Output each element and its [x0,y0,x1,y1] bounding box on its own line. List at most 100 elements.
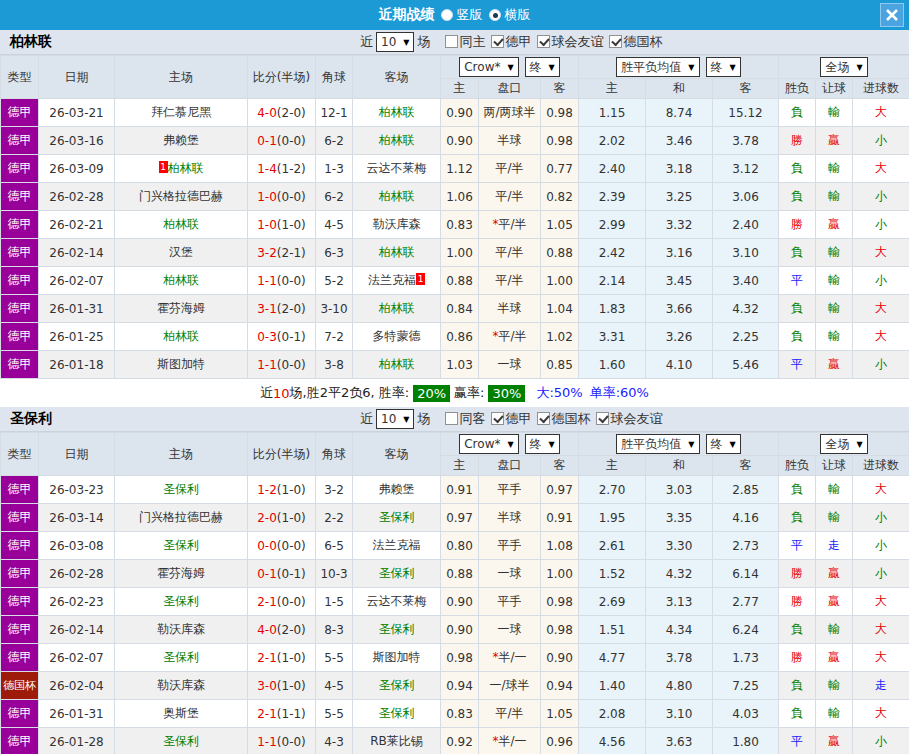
scope-select[interactable]: 全场▼ [820,434,867,454]
team-name[interactable]: 柏林联 [168,161,204,175]
team-name[interactable]: 柏林联 [379,301,415,315]
score: 2-1(1-1) [248,700,316,728]
team-name[interactable]: 圣保利 [163,650,199,664]
team-name[interactable]: 汉堡 [169,245,193,259]
result-goals: 小 [853,211,909,239]
team-name[interactable]: 柏林联 [163,217,199,231]
layout-radio-vertical[interactable]: 竖版 [441,6,483,24]
checkbox[interactable] [537,412,550,425]
games-count-select[interactable]: 10▼ [376,409,414,429]
away-team: 柏林联 [353,351,441,379]
filter-checkbox-3[interactable]: 德国杯 [606,33,662,51]
checkbox[interactable] [445,35,458,48]
team-name[interactable]: 斯图加特 [373,650,421,664]
team-name[interactable]: 奥斯堡 [163,706,199,720]
team-name[interactable]: 云达不莱梅 [367,161,427,175]
team-name[interactable]: 门兴格拉德巴赫 [139,189,223,203]
filter-checkbox-0[interactable]: 同客 [442,410,485,428]
away-odds: 0.90 [541,644,579,672]
odds-company-select[interactable]: Crow*▼ [459,434,518,454]
checkbox[interactable] [491,35,504,48]
team-name[interactable]: 弗赖堡 [379,482,415,496]
avg-draw: 3.35 [646,504,713,532]
team-name[interactable]: 柏林联 [379,357,415,371]
filter-checkbox-1[interactable]: 德甲 [488,33,531,51]
avg-draw: 8.74 [646,99,713,127]
team-name[interactable]: 霍芬海姆 [157,301,205,315]
games-count-select[interactable]: 10▼ [376,32,414,52]
checkbox[interactable] [596,412,609,425]
team-name[interactable]: 拜仁慕尼黑 [151,105,211,119]
handicap: 平/半 [479,267,541,295]
away-team: 法兰克福 [353,532,441,560]
result-handicap: 贏 [816,351,853,379]
team-name[interactable]: RB莱比锡 [370,734,423,748]
layout-radio-horizontal[interactable]: 横版 [489,6,531,24]
checkbox[interactable] [537,35,550,48]
result-goals: 大 [853,616,909,644]
team-name[interactable]: 云达不莱梅 [367,594,427,608]
filter-checkbox-1[interactable]: 德甲 [488,410,531,428]
checkbox[interactable] [445,412,458,425]
close-button[interactable] [880,3,904,27]
match-date: 26-03-23 [39,476,115,504]
team-name[interactable]: 勒沃库森 [157,678,205,692]
filter-checkbox-2[interactable]: 德国杯 [534,410,590,428]
team-name[interactable]: 多特蒙德 [373,329,421,343]
odds-time-select[interactable]: 终▼ [525,57,560,77]
home-team: 圣保利 [115,476,248,504]
radio-icon-selected[interactable] [489,9,501,21]
team-name[interactable]: 柏林联 [379,133,415,147]
team-name[interactable]: 圣保利 [163,482,199,496]
team-name[interactable]: 柏林联 [379,105,415,119]
avg-home: 2.70 [579,476,646,504]
result-wdl: 負 [779,323,816,351]
team-name[interactable]: 圣保利 [163,734,199,748]
team-name[interactable]: 弗赖堡 [163,133,199,147]
col-subheader: 主 [579,456,646,476]
avg-away: 15.12 [713,99,779,127]
team-name[interactable]: 勒沃库森 [373,217,421,231]
result-goals: 大 [853,323,909,351]
team-name[interactable]: 法兰克福 [368,273,416,287]
checkbox[interactable] [491,412,504,425]
team-name[interactable]: 圣保利 [379,706,415,720]
team-name[interactable]: 柏林联 [379,245,415,259]
col-subheader: 让球 [816,456,853,476]
team-name[interactable]: 法兰克福 [373,538,421,552]
odds-company-select[interactable]: Crow*▼ [459,57,518,77]
avg-away: 5.46 [713,351,779,379]
avg-time-select[interactable]: 终▼ [706,57,741,77]
team-name[interactable]: 门兴格拉德巴赫 [139,510,223,524]
odds-time-select[interactable]: 终▼ [525,434,560,454]
checkbox[interactable] [609,35,622,48]
team-name[interactable]: 柏林联 [163,273,199,287]
score: 0-0(0-0) [248,532,316,560]
team-name[interactable]: 圣保利 [379,622,415,636]
filter-checkbox-0[interactable]: 同主 [442,33,485,51]
avg-select[interactable]: 胜平负均值▼ [616,434,699,454]
team-name[interactable]: 柏林联 [379,189,415,203]
filter-checkbox-3[interactable]: 球会友谊 [593,410,662,428]
team-name[interactable]: 圣保利 [379,678,415,692]
col-subheader: 客 [713,79,779,99]
team-name[interactable]: 圣保利 [379,566,415,580]
radio-icon[interactable] [441,9,453,21]
corners: 5-5 [316,644,353,672]
col-header: 类型 [1,433,39,476]
scope-select[interactable]: 全场▼ [820,57,867,77]
filter-checkbox-2[interactable]: 球会友谊 [534,33,603,51]
team-name[interactable]: 柏林联 [163,329,199,343]
team-name[interactable]: 斯图加特 [157,357,205,371]
team-name[interactable]: 圣保利 [379,510,415,524]
avg-time-select[interactable]: 终▼ [706,434,741,454]
result-goals: 大 [853,644,909,672]
team-name[interactable]: 霍芬海姆 [157,566,205,580]
match-date: 26-01-25 [39,323,115,351]
avg-home: 1.95 [579,504,646,532]
team-name[interactable]: 勒沃库森 [157,622,205,636]
team-name[interactable]: 圣保利 [163,538,199,552]
avg-select[interactable]: 胜平负均值▼ [616,57,699,77]
avg-away: 6.24 [713,616,779,644]
team-name[interactable]: 圣保利 [163,594,199,608]
